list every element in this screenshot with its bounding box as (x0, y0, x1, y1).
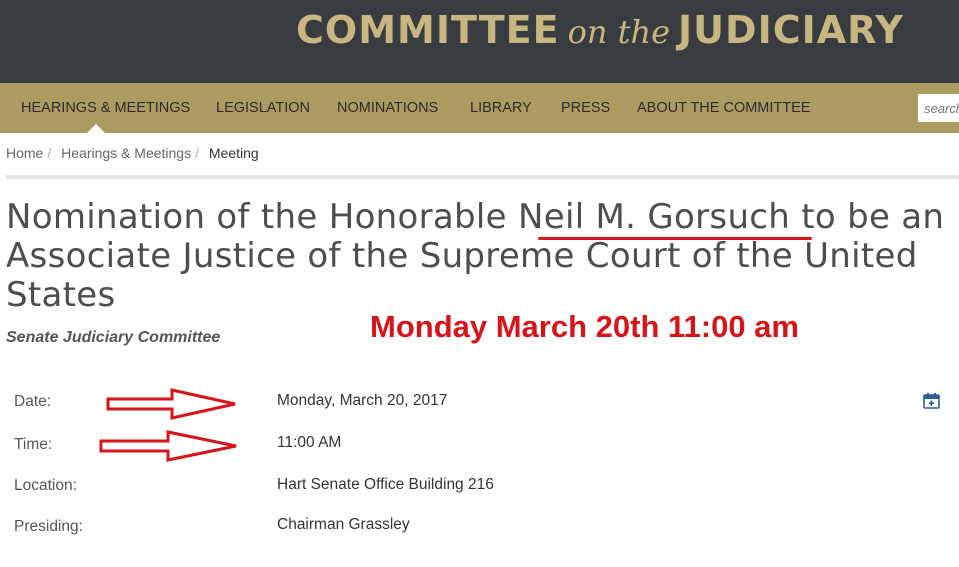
title-on-the: on the (567, 13, 671, 51)
nav-about-committee[interactable]: ABOUT THE COMMITTEE (637, 83, 810, 133)
nav-library[interactable]: LIBRARY (470, 83, 532, 133)
red-arrow-icon (106, 388, 236, 420)
presiding-value: Chairman Grassley (277, 516, 410, 533)
committee-subtitle: Senate Judiciary Committee (6, 329, 221, 346)
date-label: Date: (14, 393, 52, 410)
site-title-logo[interactable]: COMMITTEE on the JUDICIARY (296, 8, 904, 58)
nav-nominations[interactable]: NOMINATIONS (337, 83, 438, 133)
red-arrow-icon (99, 430, 237, 462)
red-underline-annotation (538, 237, 812, 240)
location-label: Location: (14, 477, 77, 494)
presiding-label: Presiding: (14, 518, 83, 535)
breadcrumb: Home / Hearings & Meetings / Meeting (6, 145, 259, 161)
site-header: COMMITTEE on the JUDICIARY (0, 0, 959, 83)
calendar-add-icon[interactable] (923, 392, 940, 409)
nav-active-indicator (87, 124, 105, 133)
breadcrumb-separator: / (195, 145, 199, 161)
nav-hearings-meetings[interactable]: HEARINGS & MEETINGS (21, 83, 190, 133)
time-label: Time: (14, 436, 53, 453)
time-value: 11:00 AM (277, 434, 342, 451)
date-value: Monday, March 20, 2017 (277, 392, 448, 409)
breadcrumb-current: Meeting (208, 145, 259, 161)
nav-legislation[interactable]: LEGISLATION (216, 83, 310, 133)
divider (6, 175, 959, 179)
breadcrumb-home[interactable]: Home (6, 145, 43, 161)
red-date-annotation: Monday March 20th 11:00 am (370, 309, 799, 344)
nominee-name: Neil M. Gorsuch (518, 197, 791, 237)
page-title: Nomination of the Honorable Neil M. Gors… (6, 198, 946, 315)
search-input[interactable] (918, 94, 959, 122)
title-text-start: Nomination of the Honorable (6, 197, 518, 237)
title-judiciary: JUDICIARY (678, 8, 904, 52)
breadcrumb-hearings-meetings[interactable]: Hearings & Meetings (61, 145, 191, 161)
main-nav: HEARINGS & MEETINGS LEGISLATION NOMINATI… (0, 83, 959, 133)
breadcrumb-separator: / (47, 145, 52, 161)
location-value: Hart Senate Office Building 216 (277, 476, 494, 493)
nav-press[interactable]: PRESS (561, 83, 610, 133)
title-committee: COMMITTEE (296, 8, 560, 52)
